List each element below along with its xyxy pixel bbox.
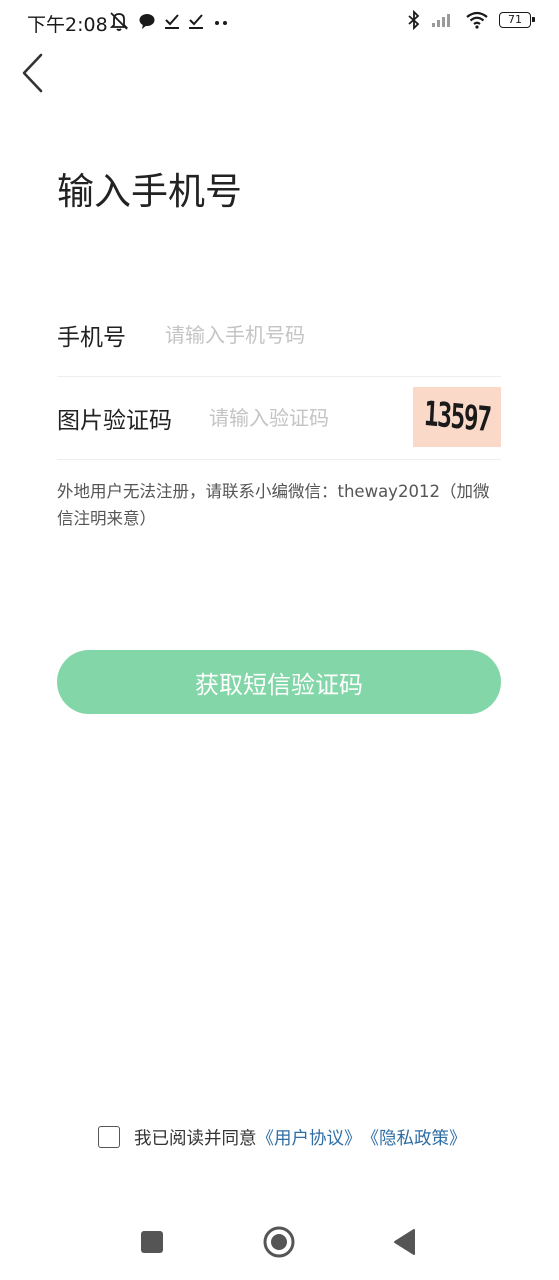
system-nav-bar <box>0 1210 559 1280</box>
home-button[interactable] <box>261 1226 297 1262</box>
phone-row: 手机号 <box>57 294 501 377</box>
agreement-row: 我已阅读并同意 《用户协议》 《隐私政策》 <box>98 1124 467 1150</box>
chevron-left-icon <box>20 53 44 97</box>
home-icon <box>262 1225 296 1263</box>
signal-icon <box>431 12 455 28</box>
captcha-image[interactable]: 13597 <box>413 387 501 447</box>
bluetooth-icon <box>407 10 421 30</box>
privacy-policy-link[interactable]: 《隐私政策》 <box>362 1125 467 1150</box>
system-back-button[interactable] <box>387 1226 423 1262</box>
captcha-label: 图片验证码 <box>57 408 172 434</box>
get-sms-code-button[interactable]: 获取短信验证码 <box>57 650 501 714</box>
phone-label: 手机号 <box>57 325 126 351</box>
recent-apps-icon <box>140 1230 164 1258</box>
agreement-checkbox[interactable] <box>98 1126 120 1148</box>
battery-icon: 71 <box>499 12 535 28</box>
user-agreement-link[interactable]: 《用户协议》 <box>257 1125 362 1150</box>
notice-text: 外地用户无法注册，请联系小编微信：theway2012（加微信注明来意） <box>57 482 490 528</box>
agreement-text: 我已阅读并同意 <box>134 1128 257 1149</box>
captcha-row: 图片验证码 13597 <box>57 377 501 460</box>
status-system-icons: 71 <box>407 10 535 30</box>
status-notification-icons <box>108 10 232 32</box>
alarm-off-icon <box>108 10 130 32</box>
status-bar: 下午2:08 71 <box>0 0 559 44</box>
more-dots-icon <box>212 15 232 27</box>
check-icon <box>188 13 204 29</box>
page-title: 输入手机号 <box>57 170 242 213</box>
phone-input[interactable] <box>165 315 495 355</box>
chat-bubble-icon <box>138 12 156 30</box>
back-button[interactable] <box>12 52 52 98</box>
recent-apps-button[interactable] <box>134 1226 170 1262</box>
back-triangle-icon <box>392 1228 418 1260</box>
status-time: 下午2:08 <box>27 14 108 36</box>
check-icon <box>164 13 180 29</box>
wifi-icon <box>465 11 489 29</box>
captcha-input[interactable] <box>209 398 399 438</box>
captcha-image-text: 13597 <box>422 393 492 441</box>
